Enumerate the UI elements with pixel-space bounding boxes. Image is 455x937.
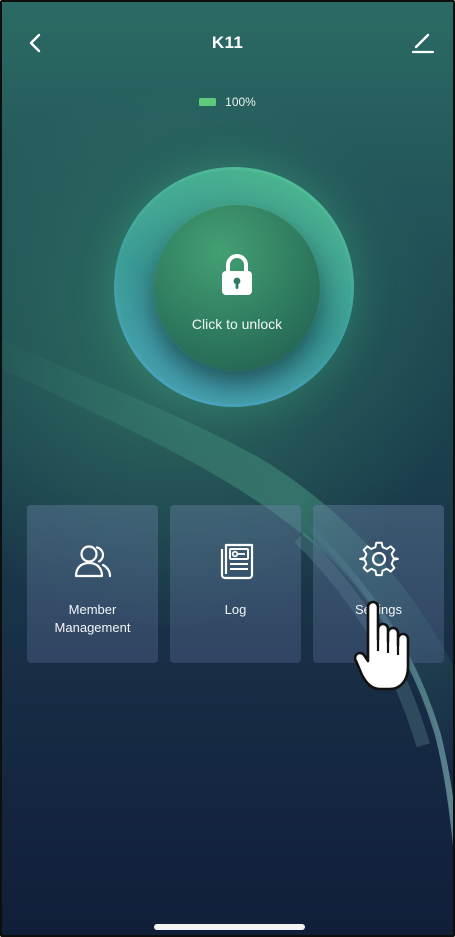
page-title: K11 <box>211 33 244 52</box>
app-screen: K11 100% Click to unlock Member Manageme… <box>0 0 455 937</box>
log-icon <box>220 543 253 580</box>
battery-icon <box>199 98 217 106</box>
log-label: Log <box>224 602 247 617</box>
gear-icon <box>358 541 399 577</box>
member-management-card[interactable]: Member Management <box>27 505 158 663</box>
edit-button[interactable] <box>409 30 435 56</box>
lock-icon <box>222 254 252 295</box>
home-indicator[interactable] <box>154 924 305 930</box>
pencil-icon <box>411 33 435 54</box>
battery-level: 100% <box>225 95 256 109</box>
hand-pointer-icon <box>354 600 410 691</box>
battery-status: 100% <box>2 95 453 109</box>
unlock-button[interactable]: Click to unlock <box>154 205 320 371</box>
log-card[interactable]: Log <box>170 505 301 663</box>
background-swoosh <box>2 338 453 846</box>
members-icon <box>74 545 111 578</box>
unlock-label: Click to unlock <box>191 316 283 332</box>
member-management-label: Member Management <box>54 602 131 635</box>
